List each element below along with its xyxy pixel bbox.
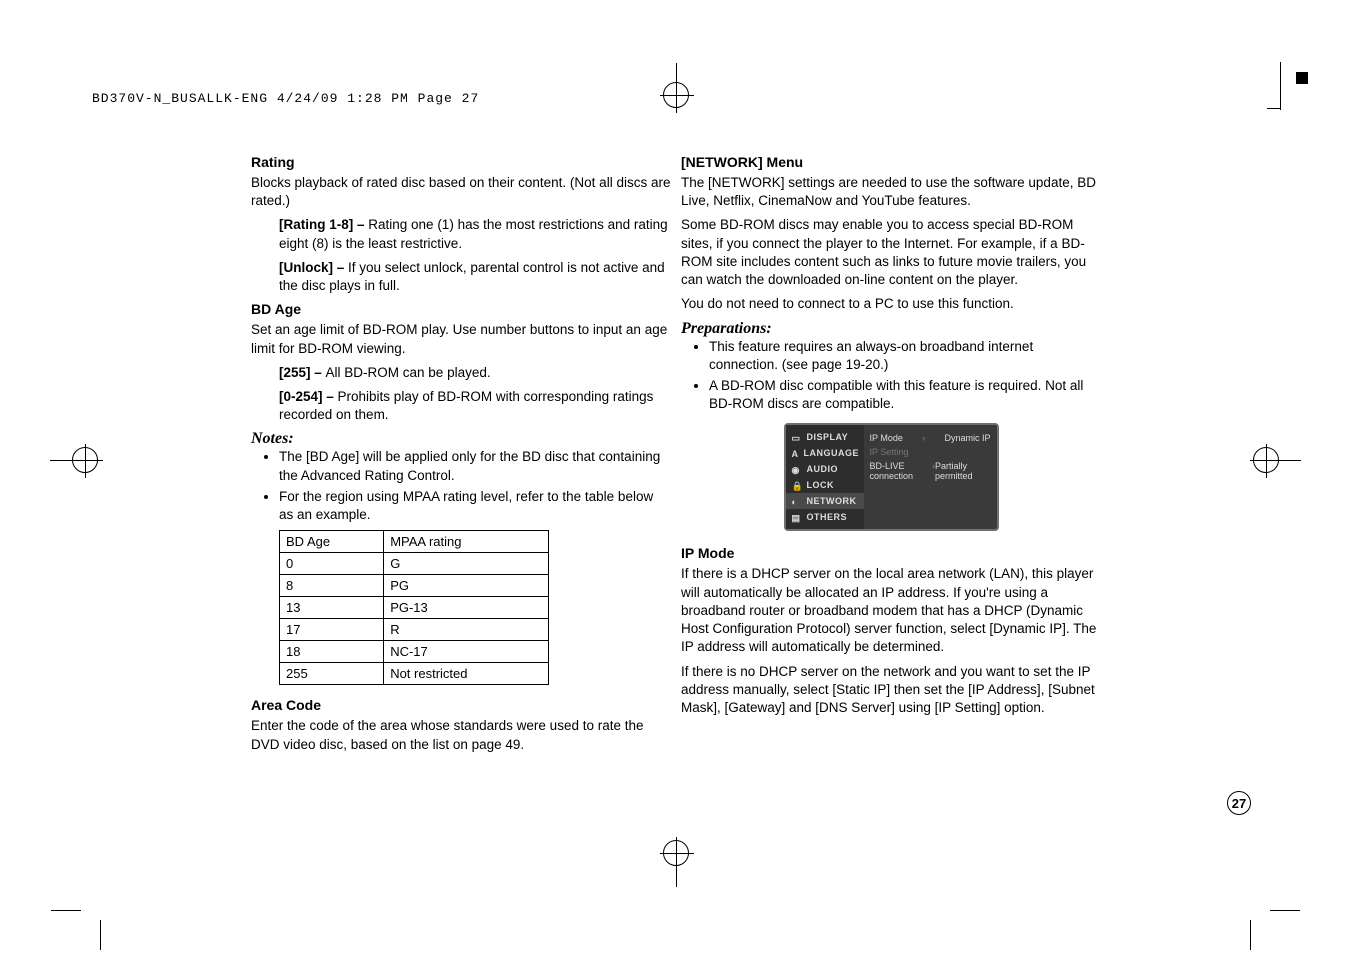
setup-menu-screenshot: ▭DISPLAY ALANGUAGE ◉AUDIO 🔒LOCK ◐NETWORK…: [784, 423, 999, 531]
setting-row-ip-mode: IP Mode›Dynamic IP: [870, 431, 991, 445]
network-p1: The [NETWORK] settings are needed to use…: [681, 174, 1101, 210]
sidebar-item-language: ALANGUAGE: [786, 445, 864, 461]
sidebar-item-display: ▭DISPLAY: [786, 429, 864, 445]
notes-list: The [BD Age] will be applied only for th…: [279, 448, 671, 524]
audio-icon: ◉: [792, 465, 802, 473]
setup-main-panel: IP Mode›Dynamic IP IP Setting BD-LIVE co…: [864, 425, 997, 529]
rating-opt-2: [Unlock] – If you select unlock, parenta…: [279, 259, 671, 295]
right-column: [NETWORK] Menu The [NETWORK] settings ar…: [681, 130, 1101, 760]
ip-mode-p1: If there is a DHCP server on the local a…: [681, 565, 1101, 656]
network-p3: You do not need to connect to a PC to us…: [681, 295, 1101, 313]
lock-icon: 🔒: [792, 481, 802, 489]
network-menu-heading: [NETWORK] Menu: [681, 154, 1101, 170]
bd-age-table: BD AgeMPAA rating 0G 8PG 13PG-13 17R 18N…: [279, 530, 549, 685]
page-content: Rating Blocks playback of rated disc bas…: [51, 130, 1301, 760]
table-row: 0G: [280, 553, 549, 575]
others-icon: ▤: [792, 513, 802, 521]
list-item: The [BD Age] will be applied only for th…: [279, 448, 671, 484]
notes-heading: Notes:: [251, 430, 671, 448]
table-row: 13PG-13: [280, 597, 549, 619]
reg-mark-bottom: [663, 840, 689, 866]
display-icon: ▭: [792, 433, 802, 441]
chevron-right-icon: ›: [922, 433, 925, 443]
sidebar-item-lock: 🔒LOCK: [786, 477, 864, 493]
table-row: 255Not restricted: [280, 663, 549, 685]
sidebar-item-audio: ◉AUDIO: [786, 461, 864, 477]
setting-row-bdlive: BD-LIVE connection›Partially permitted: [870, 459, 991, 483]
ip-mode-heading: IP Mode: [681, 545, 1101, 561]
crop-mark: [51, 910, 81, 911]
rating-opt-1: [Rating 1-8] – Rating one (1) has the mo…: [279, 216, 671, 252]
bdage-opt-1: [255] – All BD-ROM can be played.: [279, 364, 671, 382]
setting-row-ip-setting: IP Setting: [870, 445, 991, 459]
page-number: 27: [1227, 791, 1251, 815]
left-column: Rating Blocks playback of rated disc bas…: [251, 130, 671, 760]
network-p2: Some BD-ROM discs may enable you to acce…: [681, 216, 1101, 289]
crop-mark: [1270, 910, 1300, 911]
preparations-list: This feature requires an always-on broad…: [709, 338, 1101, 414]
ip-mode-p2: If there is no DHCP server on the networ…: [681, 663, 1101, 718]
setup-sidebar: ▭DISPLAY ALANGUAGE ◉AUDIO 🔒LOCK ◐NETWORK…: [786, 425, 864, 529]
table-row: 8PG: [280, 575, 549, 597]
bdage-desc: Set an age limit of BD-ROM play. Use num…: [251, 321, 671, 357]
network-icon: ◐: [792, 497, 802, 505]
sidebar-item-others: ▤OTHERS: [786, 509, 864, 525]
list-item: For the region using MPAA rating level, …: [279, 488, 671, 524]
crop-mark: [1250, 920, 1251, 950]
bdage-heading: BD Age: [251, 301, 671, 317]
table-row: BD AgeMPAA rating: [280, 531, 549, 553]
crop-mark-top-right: [1267, 62, 1281, 110]
crop-mark: [100, 920, 101, 950]
print-job-header: BD370V-N_BUSALLK-ENG 4/24/09 1:28 PM Pag…: [92, 91, 479, 106]
preparations-heading: Preparations:: [681, 320, 1101, 338]
area-code-desc: Enter the code of the area whose standar…: [251, 717, 671, 753]
rating-desc: Blocks playback of rated disc based on t…: [251, 174, 671, 210]
bdage-opt-2: [0-254] – Prohibits play of BD-ROM with …: [279, 388, 671, 424]
list-item: This feature requires an always-on broad…: [709, 338, 1101, 374]
reg-mark-top: [663, 82, 689, 108]
list-item: A BD-ROM disc compatible with this featu…: [709, 377, 1101, 413]
table-row: 18NC-17: [280, 641, 549, 663]
language-icon: A: [792, 449, 799, 457]
rating-heading: Rating: [251, 154, 671, 170]
sidebar-item-network: ◐NETWORK: [786, 493, 864, 509]
table-row: 17R: [280, 619, 549, 641]
area-code-heading: Area Code: [251, 697, 671, 713]
